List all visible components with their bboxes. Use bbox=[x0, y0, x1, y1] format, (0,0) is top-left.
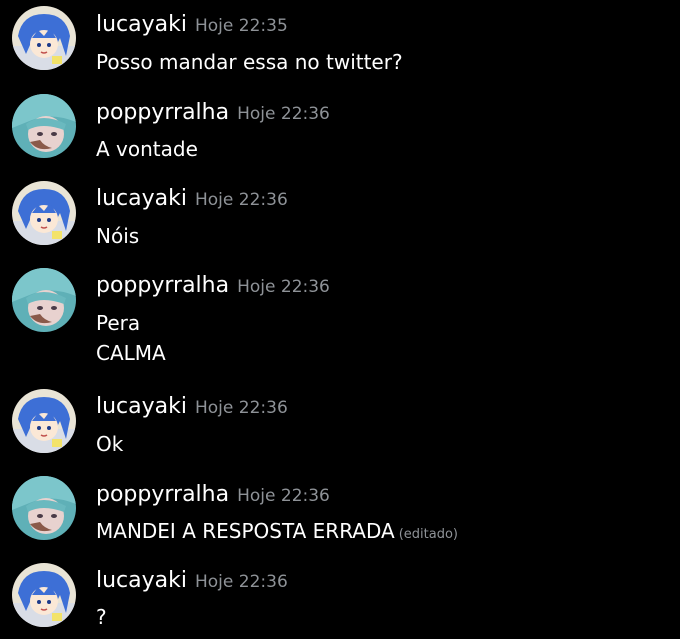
username[interactable]: lucayaki bbox=[96, 394, 187, 419]
timestamp: Hoje 22:36 bbox=[195, 572, 288, 592]
avatar-poppyrralha[interactable] bbox=[12, 476, 76, 540]
username[interactable]: lucayaki bbox=[96, 186, 187, 211]
message-text: Posso mandar essa no twitter? bbox=[96, 50, 403, 74]
message-text: MANDEI A RESPOSTA ERRADA bbox=[96, 519, 395, 543]
timestamp: Hoje 22:36 bbox=[195, 398, 288, 418]
message-text: ? bbox=[96, 605, 107, 629]
edited-label: (editado) bbox=[398, 527, 458, 542]
timestamp: Hoje 22:36 bbox=[237, 277, 330, 297]
timestamp: Hoje 22:36 bbox=[195, 190, 288, 210]
avatar-lucayaki[interactable] bbox=[12, 6, 76, 70]
username[interactable]: poppyrralha bbox=[96, 273, 229, 298]
message-text: Nóis bbox=[96, 224, 140, 248]
avatar-lucayaki[interactable] bbox=[12, 389, 76, 453]
message-text: CALMA bbox=[96, 341, 166, 365]
avatar-poppyrralha[interactable] bbox=[12, 94, 76, 158]
username[interactable]: lucayaki bbox=[96, 12, 187, 37]
username[interactable]: poppyrralha bbox=[96, 100, 229, 125]
avatar-poppyrralha[interactable] bbox=[12, 268, 76, 332]
timestamp: Hoje 22:36 bbox=[237, 486, 330, 506]
avatar-lucayaki[interactable] bbox=[12, 563, 76, 627]
message-text-line: MANDEI A RESPOSTA ERRADA (editado) bbox=[96, 519, 458, 543]
message-text: Ok bbox=[96, 432, 124, 456]
timestamp: Hoje 22:35 bbox=[195, 16, 288, 36]
username[interactable]: poppyrralha bbox=[96, 482, 229, 507]
avatar-lucayaki[interactable] bbox=[12, 181, 76, 245]
message-text: A vontade bbox=[96, 137, 198, 161]
message-text: Pera bbox=[96, 311, 141, 335]
username[interactable]: lucayaki bbox=[96, 568, 187, 593]
timestamp: Hoje 22:36 bbox=[237, 104, 330, 124]
